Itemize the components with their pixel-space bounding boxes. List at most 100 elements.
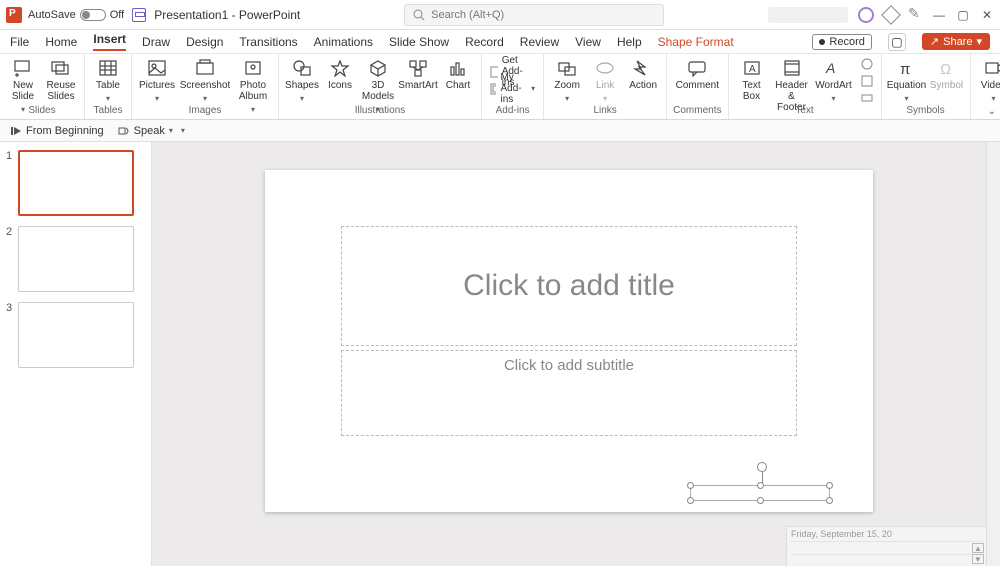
close-button[interactable]: ✕ [980,8,994,22]
title-placeholder[interactable]: Click to add title [341,226,797,346]
maximize-button[interactable]: ▢ [956,8,970,22]
icons-button[interactable]: Icons [323,56,357,91]
share-button[interactable]: ↗ Share ▾ [922,33,990,50]
smartart-button[interactable]: SmartArt [399,56,437,91]
minimize-button[interactable]: — [932,8,946,22]
comment-button[interactable]: Comment [678,56,716,91]
subtitle-placeholder[interactable]: Click to add subtitle [341,350,797,436]
speak-button[interactable]: Speak ▾ [118,125,173,137]
pictures-button[interactable]: Pictures▾ [138,56,176,104]
record-button[interactable]: Record [812,34,871,50]
equation-button[interactable]: π Equation▾ [888,56,926,104]
resize-handle[interactable] [757,497,764,504]
slide[interactable]: Click to add title Click to add subtitle [265,170,873,512]
pictures-icon [146,58,168,78]
search-box[interactable]: Search (Alt+Q) [404,4,664,26]
account-area[interactable] [768,7,848,23]
vertical-scrollbar[interactable] [986,142,1000,566]
zoom-button[interactable]: Zoom▾ [550,56,584,104]
group-tables: Table▾ Tables [85,54,132,119]
slide-number-icon[interactable] [859,73,875,89]
profile-icon[interactable] [858,7,874,23]
menu-bar: File Home Insert Draw Design Transitions… [0,30,1000,54]
video-icon [983,58,1000,78]
group-addins: Get Add-ins My Add-ins ▾ Add-ins [482,54,544,119]
symbol-button[interactable]: Ω Symbol [930,56,964,91]
reuse-slides-icon [50,58,72,78]
text-box-button[interactable]: A Text Box [735,56,769,102]
reuse-slides-button[interactable]: Reuse Slides [44,56,78,102]
svg-text:Ω: Ω [940,61,951,77]
tab-transitions[interactable]: Transitions [239,35,297,49]
smartart-icon [407,58,429,78]
workspace: 1 2 3 Click to add title Click to add su… [0,142,1000,566]
autosave-state: Off [110,9,124,21]
save-icon[interactable] [132,8,146,22]
from-beginning-button[interactable]: From Beginning [10,125,104,137]
resize-handle[interactable] [826,497,833,504]
thumbnail-slide[interactable] [18,150,134,216]
thumbnail-3[interactable]: 3 [6,302,145,368]
object-icon[interactable] [859,90,875,106]
resize-handle[interactable] [826,482,833,489]
ribbon: New Slide▾ Reuse Slides Slides Table▾ Ta… [0,54,1000,120]
autosave-control[interactable]: AutoSave Off [28,9,124,21]
tab-insert[interactable]: Insert [93,32,126,51]
tab-review[interactable]: Review [520,35,559,49]
resize-handle[interactable] [687,482,694,489]
resize-handle[interactable] [687,497,694,504]
wordart-button[interactable]: A WordArt▾ [815,56,853,104]
thumbnail-1[interactable]: 1 [6,150,145,216]
action-icon [632,58,654,78]
tab-help[interactable]: Help [617,35,642,49]
thumbnail-2[interactable]: 2 [6,226,145,292]
group-illustrations: Shapes▾ Icons 3D Models▾ SmartArt Chart … [279,54,482,119]
my-addins-button[interactable]: My Add-ins ▾ [488,81,537,97]
tab-record[interactable]: Record [465,35,504,49]
autosave-label: AutoSave [28,9,76,21]
comment-icon [686,58,708,78]
table-button[interactable]: Table▾ [91,56,125,104]
thumbnail-slide[interactable] [18,302,134,368]
tab-design[interactable]: Design [186,35,223,49]
rotation-handle[interactable] [757,462,767,472]
photo-album-button[interactable]: Photo Album▾ [234,56,272,115]
3d-models-icon [367,58,389,78]
autosave-toggle[interactable] [80,9,106,21]
thumbnail-slide[interactable] [18,226,134,292]
search-icon [413,9,425,21]
tab-slide-show[interactable]: Slide Show [389,35,449,49]
chart-button[interactable]: Chart [441,56,475,91]
action-button[interactable]: Action [626,56,660,91]
video-button[interactable]: Video▾ [977,56,1000,104]
app-icon [6,7,22,23]
tab-animations[interactable]: Animations [314,35,373,49]
text-box-icon: A [741,58,763,78]
tab-file[interactable]: File [10,35,29,49]
collapse-ribbon-icon[interactable]: ⌄ [988,106,996,117]
screenshot-button[interactable]: Screenshot▾ [180,56,230,104]
present-icon[interactable]: ▢ [888,33,906,51]
resize-handle[interactable] [757,482,764,489]
link-button[interactable]: Link▾ [588,56,622,104]
tab-draw[interactable]: Draw [142,35,170,49]
group-images: Pictures▾ Screenshot▾ Photo Album▾ Image… [132,54,279,119]
wordart-icon: A [823,58,845,78]
slide-thumbnails-panel[interactable]: 1 2 3 [0,142,152,566]
group-symbols: π Equation▾ Ω Symbol Symbols [882,54,971,119]
premium-icon[interactable] [881,5,901,25]
tab-home[interactable]: Home [45,35,77,49]
selected-text-box[interactable] [690,485,830,501]
tab-view[interactable]: View [575,35,601,49]
tab-shape-format[interactable]: Shape Format [658,35,734,49]
svg-text:A: A [749,64,756,75]
zoom-out-icon[interactable]: ▼ [972,554,984,564]
date-time-icon[interactable] [859,56,875,72]
status-popup: Friday, September 15, 20 ▲ ▼ [786,526,986,566]
slide-canvas-area[interactable]: Click to add title Click to add subtitle… [152,142,986,566]
svg-text:π: π [900,61,910,77]
zoom-in-icon[interactable]: ▲ [972,543,984,553]
inking-icon[interactable] [908,8,922,22]
customize-quick-access[interactable]: ▾ [181,126,185,135]
shapes-button[interactable]: Shapes▾ [285,56,319,104]
